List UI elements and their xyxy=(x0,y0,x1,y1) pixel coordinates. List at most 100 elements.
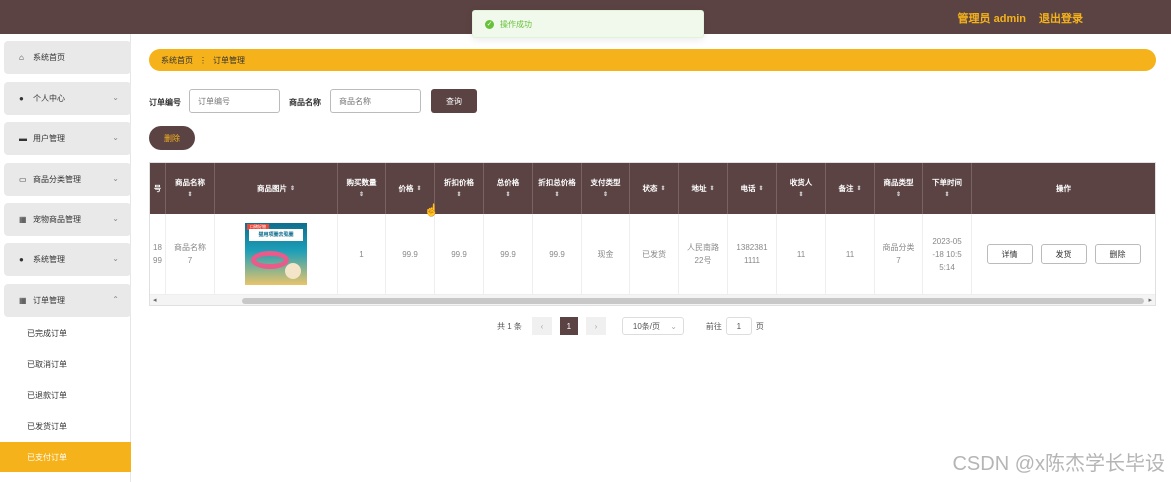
col-header-receiver[interactable]: 收货人 ⇕ xyxy=(777,163,826,214)
prev-page-button[interactable]: ‹ xyxy=(531,317,552,335)
col-header-status[interactable]: 状态 ⇕ xyxy=(630,163,679,214)
sort-icon: ⇕ xyxy=(505,191,511,198)
col-header-order-time[interactable]: 下单时间 ⇕ xyxy=(923,163,972,214)
delete-row-button[interactable]: 删除 xyxy=(1094,244,1141,264)
page-size-value: 10条/页 xyxy=(632,321,661,331)
sidebar-item-pet-products[interactable]: ▦ 宠物商品管理 ⌄ xyxy=(4,203,131,236)
scroll-right-icon[interactable]: ▸ xyxy=(1148,296,1152,304)
cell-receiver: 11 xyxy=(777,214,826,294)
col-header-order-no[interactable]: 号 xyxy=(150,163,166,214)
sidebar-item-label: 系统管理 xyxy=(33,255,65,264)
goto-label: 前往 xyxy=(705,321,722,331)
sort-icon: ⇕ xyxy=(554,191,560,198)
scroll-left-icon[interactable]: ◂ xyxy=(153,296,157,304)
detail-button[interactable]: 详情 xyxy=(986,244,1033,264)
cell-phone: 1382381 1111 xyxy=(728,214,777,294)
col-header-discount-price[interactable]: 折扣价格 ⇕ xyxy=(435,163,484,214)
col-header-quantity[interactable]: 购买数量 ⇕ xyxy=(338,163,386,214)
sidebar-item-label: 商品分类管理 xyxy=(33,175,81,184)
home-icon: ⌂ xyxy=(19,53,24,62)
col-header-product-type[interactable]: 商品类型 ⇕ xyxy=(875,163,923,214)
col-header-actions: 操作 xyxy=(972,163,1155,214)
sidebar-item-system[interactable]: ● 系统管理 ⌄ xyxy=(4,243,131,276)
chevron-up-icon: ⌃ xyxy=(112,295,119,304)
chevron-down-icon: ⌄ xyxy=(112,214,119,223)
sidebar-item-orders[interactable]: ▦ 订单管理 ⌃ xyxy=(4,284,131,317)
sort-icon: ⇕ xyxy=(895,191,902,198)
product-image[interactable]: 口碑好物 猫用项圈去虱圈 xyxy=(245,223,307,285)
col-header-pay-type[interactable]: 支付类型 ⇕ xyxy=(582,163,630,214)
sort-icon: ⇕ xyxy=(289,185,296,192)
next-page-button[interactable]: › xyxy=(585,317,606,335)
col-header-address[interactable]: 地址 ⇕ xyxy=(679,163,728,214)
cat-graphic xyxy=(285,263,301,279)
sidebar-item-label: 个人中心 xyxy=(33,94,65,103)
check-circle-icon: ✓ xyxy=(485,19,494,29)
breadcrumb-separator: ⋮ xyxy=(199,55,207,65)
col-header-label: 号 xyxy=(153,183,162,193)
chevron-down-icon: ⌄ xyxy=(112,93,119,102)
cell-address: 人民南路 22号 xyxy=(679,214,728,294)
col-header-label: 状态 xyxy=(642,183,658,193)
cell-actions: 详情 发货 删除 xyxy=(972,214,1155,294)
col-header-label: 商品名称 xyxy=(175,177,205,187)
sidebar-item-profile[interactable]: ● 个人中心 ⌄ xyxy=(4,82,131,115)
sort-icon: ⇕ xyxy=(798,191,804,198)
breadcrumb-home[interactable]: 系统首页 xyxy=(161,55,193,66)
col-header-label: 购买数量 xyxy=(346,177,377,187)
col-header-label: 地址 xyxy=(691,183,707,193)
col-header-label: 商品类型 xyxy=(883,177,914,187)
cell-product-image: 口碑好物 猫用项圈去虱圈 xyxy=(215,214,338,294)
sidebar-subitem-shipped[interactable]: 已发货订单 xyxy=(0,411,131,441)
page-size-select[interactable]: 10条/页 ⌄ xyxy=(621,317,684,335)
sort-icon: ⇕ xyxy=(944,191,950,198)
sort-icon: ⇕ xyxy=(416,185,422,192)
scrollbar-thumb[interactable] xyxy=(242,298,1144,304)
col-header-total-price[interactable]: 总价格 ⇕ xyxy=(484,163,533,214)
ship-button[interactable]: 发货 xyxy=(1040,244,1087,264)
sidebar-item-users[interactable]: ▬ 用户管理 ⌄ xyxy=(4,122,131,155)
product-name-input[interactable] xyxy=(330,89,421,113)
admin-label: 管理员 admin xyxy=(957,13,1026,25)
col-header-product-image[interactable]: 商品图片 ⇕ xyxy=(215,163,338,214)
col-header-label: 操作 xyxy=(1056,183,1071,193)
sidebar-subitem-paid[interactable]: 已支付订单 xyxy=(0,442,131,472)
user-icon: ● xyxy=(19,255,24,264)
sidebar-item-label: 系统首页 xyxy=(33,53,65,62)
goto-page-input[interactable]: 1 xyxy=(725,317,752,335)
collar-graphic xyxy=(251,251,289,269)
mouse-cursor-icon: ☝ xyxy=(424,203,439,217)
cell-product-name: 商品名称 7 xyxy=(166,214,215,294)
col-header-product-name[interactable]: 商品名称 ⇕ xyxy=(166,163,215,214)
cell-order-no: 18 99 xyxy=(150,214,166,294)
col-header-label: 总价格 xyxy=(496,177,520,187)
cell-discount-price: 99.9 xyxy=(435,214,484,294)
page-suffix: 页 xyxy=(755,321,764,331)
col-header-label: 下单时间 xyxy=(932,177,962,187)
col-header-label: 商品图片 xyxy=(256,183,287,193)
order-no-input[interactable] xyxy=(189,89,280,113)
sidebar-subitem-refunded[interactable]: 已退款订单 xyxy=(0,380,131,410)
monitor-icon: ▬ xyxy=(19,134,27,143)
page-number-current[interactable]: 1 xyxy=(559,317,578,335)
sidebar-item-home[interactable]: ⌂ 系统首页 xyxy=(4,41,131,74)
col-header-remark[interactable]: 备注 ⇕ xyxy=(826,163,875,214)
grid-icon: ▦ xyxy=(19,296,27,305)
sidebar-item-category[interactable]: ▭ 商品分类管理 ⌄ xyxy=(4,163,131,196)
cell-product-type: 商品分类 7 xyxy=(875,214,923,294)
sort-icon: ⇕ xyxy=(856,185,862,192)
sidebar-subitem-cancelled[interactable]: 已取消订单 xyxy=(0,349,131,379)
batch-delete-button[interactable]: 删除 xyxy=(149,126,195,150)
col-header-phone[interactable]: 电话 ⇕ xyxy=(728,163,777,214)
col-header-discount-total[interactable]: 折扣总价格 ⇕ xyxy=(533,163,582,214)
sidebar-subitem-completed[interactable]: 已完成订单 xyxy=(0,318,131,348)
horizontal-scrollbar[interactable]: ◂ ▸ xyxy=(150,294,1155,305)
search-button[interactable]: 查询 xyxy=(431,89,477,113)
sort-icon: ⇕ xyxy=(602,191,609,198)
logout-link[interactable]: 退出登录 xyxy=(1039,10,1083,26)
col-header-label: 电话 xyxy=(740,183,756,193)
col-header-label: 价格 xyxy=(398,183,414,193)
col-header-label: 支付类型 xyxy=(590,177,621,187)
cell-price: 99.9 xyxy=(386,214,435,294)
table-row[interactable]: 18 99 商品名称 7 口碑好物 猫用项圈去虱圈 1 99.9 99.9 99… xyxy=(150,214,1155,294)
